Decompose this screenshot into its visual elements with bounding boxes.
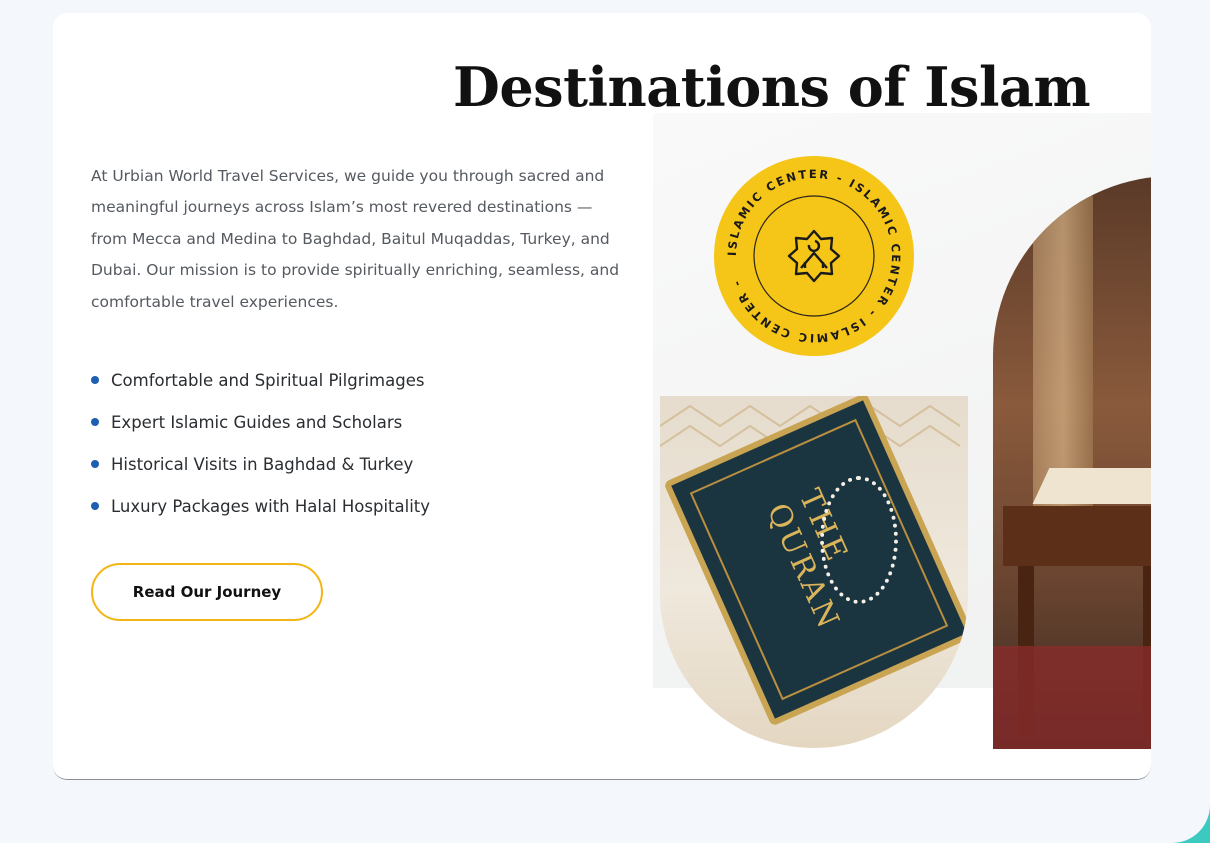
read-our-journey-button[interactable]: Read Our Journey: [91, 563, 323, 621]
feature-item: Historical Visits in Baghdad & Turkey: [91, 443, 430, 485]
feature-label: Historical Visits in Baghdad & Turkey: [111, 454, 414, 474]
islamic-center-badge: ISLAMIC CENTER - ISLAMIC CENTER - ISLAMI…: [713, 155, 915, 357]
intro-paragraph: At Urbian World Travel Services, we guid…: [91, 166, 620, 311]
bullet-icon: [91, 502, 99, 510]
bullet-icon: [91, 376, 99, 384]
bullet-icon: [91, 418, 99, 426]
prayer-beads: [820, 476, 898, 604]
feature-label: Expert Islamic Guides and Scholars: [111, 412, 403, 432]
feature-label: Comfortable and Spiritual Pilgrimages: [111, 370, 425, 390]
section-title: Destinations of Islam: [453, 55, 1091, 120]
feature-list: Comfortable and Spiritual Pilgrimages Ex…: [91, 359, 430, 527]
page-frame: Destinations of Islam At Urbian World Tr…: [0, 0, 1210, 843]
bullet-icon: [91, 460, 99, 468]
feature-label: Luxury Packages with Halal Hospitality: [111, 496, 431, 516]
quran-photo: THE QURAN: [660, 396, 968, 748]
feature-item: Luxury Packages with Halal Hospitality: [91, 485, 430, 527]
feature-item: Expert Islamic Guides and Scholars: [91, 401, 430, 443]
destinations-section: Destinations of Islam At Urbian World Tr…: [53, 13, 1151, 780]
feature-item: Comfortable and Spiritual Pilgrimages: [91, 359, 430, 401]
